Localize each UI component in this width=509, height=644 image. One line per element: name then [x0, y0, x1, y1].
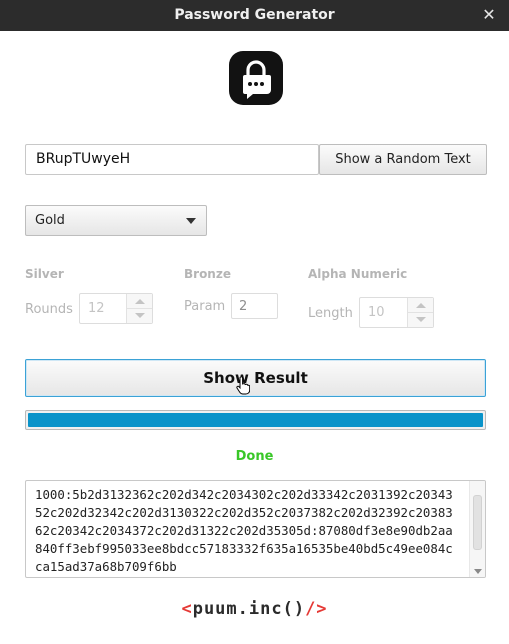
- rounds-spinner: 12: [79, 293, 153, 324]
- param-label: Param: [184, 299, 226, 314]
- arrow-down-icon: [416, 317, 426, 322]
- length-label: Length: [308, 306, 353, 321]
- title-bar: Password Generator ✕: [0, 0, 509, 31]
- show-result-button[interactable]: Show Result: [25, 359, 486, 397]
- window-title: Password Generator: [174, 7, 335, 23]
- password-text-input[interactable]: BRupTUwyeH: [25, 144, 319, 175]
- result-text-area[interactable]: 1000:5b2d3132362c202d342c2034302c202d333…: [25, 480, 486, 578]
- brand-suffix: />: [305, 599, 328, 619]
- bronze-section-title: Bronze: [184, 267, 231, 281]
- show-random-text-button[interactable]: Show a Random Text: [319, 144, 487, 175]
- length-stepper-arrows: [407, 298, 433, 327]
- rounds-stepper-arrows: [126, 294, 152, 323]
- arrow-up-icon: [135, 299, 145, 304]
- footer-brand-logo: <puum.inc()/>: [0, 599, 509, 619]
- arrow-down-icon: [135, 313, 145, 318]
- result-text: 1000:5b2d3132362c202d342c2034302c202d333…: [35, 487, 453, 574]
- scroll-down-icon[interactable]: [474, 569, 482, 574]
- brand-name: puum.inc(): [192, 599, 306, 619]
- status-label: Done: [235, 449, 274, 464]
- arrow-up-icon: [416, 303, 426, 308]
- progress-fill: [28, 413, 483, 427]
- length-value: 10: [368, 305, 385, 320]
- rounds-label: Rounds: [25, 302, 73, 317]
- mode-select[interactable]: Gold: [25, 205, 207, 236]
- password-generator-window: Password Generator ✕ BRupTUwyeH Show a R…: [0, 0, 509, 644]
- param-input[interactable]: 2: [231, 293, 278, 319]
- length-spinner: 10: [359, 297, 434, 328]
- close-icon[interactable]: ✕: [481, 7, 497, 23]
- vertical-scrollbar[interactable]: [469, 481, 485, 577]
- alpha-numeric-section-title: Alpha Numeric: [308, 267, 408, 281]
- mode-select-value: Gold: [35, 213, 65, 228]
- brand-prefix: <: [181, 599, 193, 619]
- lock-chat-icon: [229, 51, 283, 105]
- hand-cursor-icon: [236, 377, 250, 395]
- scrollbar-thumb[interactable]: [473, 495, 482, 550]
- chevron-down-icon: [186, 218, 196, 224]
- progress-bar: [25, 410, 486, 430]
- rounds-value: 12: [88, 301, 105, 316]
- silver-section-title: Silver: [25, 267, 64, 281]
